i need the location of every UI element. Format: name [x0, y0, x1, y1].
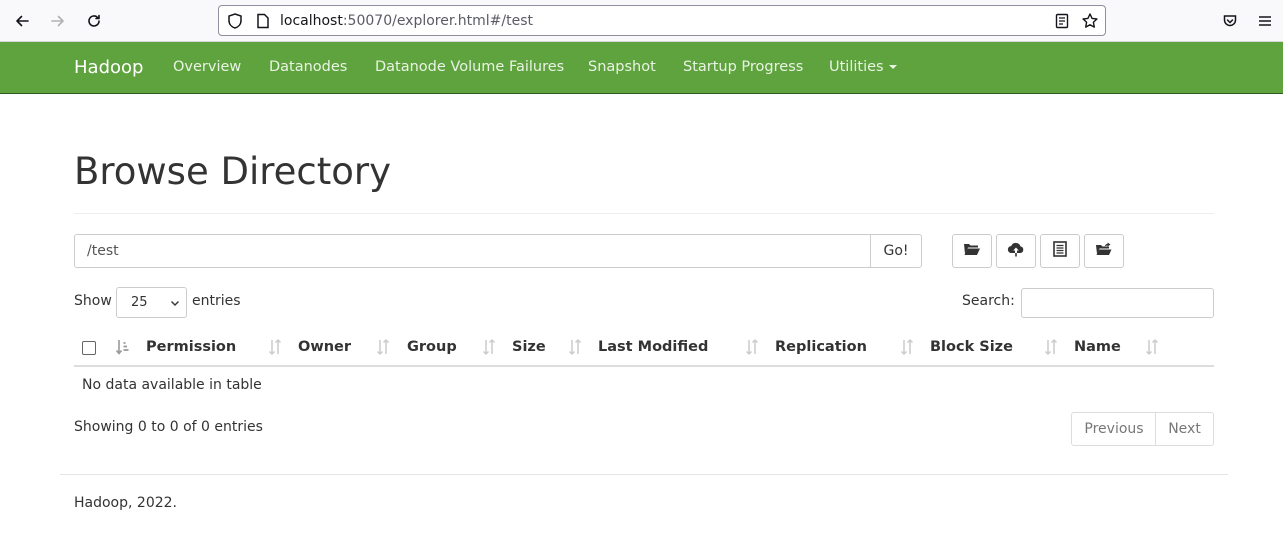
list-button[interactable] [1040, 234, 1080, 268]
create-directory-button[interactable] [1084, 234, 1124, 268]
table-info: Showing 0 to 0 of 0 entries [74, 419, 263, 435]
previous-page-button[interactable]: Previous [1071, 412, 1157, 446]
cloud-upload-icon [1007, 241, 1025, 261]
hadoop-navbar: Hadoop Overview Datanodes Datanode Volum… [0, 42, 1283, 94]
show-label: Show [74, 293, 112, 309]
search-label: Search: [962, 293, 1015, 309]
forward-arrow-icon[interactable] [45, 8, 71, 34]
sort-icon[interactable] [745, 338, 759, 356]
url-bar[interactable]: localhost:50070/explorer.html#/test [218, 5, 1106, 36]
table-header: Permission Owner Group Size Last Modifie… [74, 330, 1214, 367]
column-header-size[interactable]: Size [512, 339, 546, 355]
nav-snapshot[interactable]: Snapshot [588, 59, 656, 75]
url-path: :50070/explorer.html#/test [342, 13, 534, 29]
reload-icon[interactable] [81, 8, 107, 34]
search-input[interactable] [1021, 288, 1214, 318]
nav-datanodes[interactable]: Datanodes [269, 59, 347, 75]
folder-share-icon [1095, 241, 1113, 261]
url-text: localhost:50070/explorer.html#/test [280, 13, 533, 29]
column-header-block-size[interactable]: Block Size [930, 339, 1013, 355]
column-header-replication[interactable]: Replication [775, 339, 867, 355]
nav-startup-progress[interactable]: Startup Progress [683, 59, 803, 75]
shield-icon[interactable] [226, 12, 244, 30]
divider [74, 213, 1214, 214]
directory-path-value: /test [87, 243, 119, 259]
browser-toolbar: localhost:50070/explorer.html#/test [0, 0, 1283, 42]
column-header-owner[interactable]: Owner [298, 339, 351, 355]
url-host: localhost [280, 13, 343, 29]
directory-path-input[interactable]: /test [74, 234, 871, 268]
nav-overview[interactable]: Overview [173, 59, 241, 75]
folder-open-icon [963, 241, 981, 261]
caret-down-icon [888, 65, 897, 69]
sort-icon[interactable] [268, 338, 282, 356]
go-button[interactable]: Go! [870, 234, 922, 268]
upload-button[interactable] [996, 234, 1036, 268]
entries-label: entries [192, 293, 241, 309]
brand-link[interactable]: Hadoop [74, 57, 143, 78]
footer-divider [60, 474, 1228, 475]
bookmark-star-icon[interactable] [1081, 12, 1099, 30]
nav-utilities-dropdown[interactable]: Utilities [829, 59, 897, 75]
column-header-permission[interactable]: Permission [146, 339, 236, 355]
sort-icon[interactable] [1145, 338, 1159, 356]
page-title: Browse Directory [74, 150, 392, 193]
column-header-name[interactable]: Name [1074, 339, 1121, 355]
nav-utilities-label: Utilities [829, 59, 884, 75]
reader-view-icon[interactable] [1053, 12, 1071, 30]
column-header-last-modified[interactable]: Last Modified [598, 339, 708, 355]
menu-hamburger-icon[interactable] [1252, 8, 1278, 34]
page-length-value: 25 [131, 295, 148, 310]
sort-icon[interactable] [900, 338, 914, 356]
sort-icon[interactable] [482, 338, 496, 356]
footer-text: Hadoop, 2022. [74, 495, 177, 511]
sort-icon[interactable] [1044, 338, 1058, 356]
page-length-select[interactable]: 25 [116, 287, 187, 318]
column-header-group[interactable]: Group [407, 339, 457, 355]
list-icon [1053, 241, 1067, 261]
page-icon[interactable] [254, 12, 272, 30]
chevron-down-icon [170, 297, 180, 312]
pocket-icon[interactable] [1217, 8, 1243, 34]
next-page-button[interactable]: Next [1155, 412, 1214, 446]
back-arrow-icon[interactable] [9, 8, 35, 34]
empty-table-message: No data available in table [82, 377, 262, 393]
browse-folder-button[interactable] [952, 234, 992, 268]
select-all-checkbox[interactable] [82, 341, 96, 355]
nav-datanode-volume-failures[interactable]: Datanode Volume Failures [375, 59, 564, 75]
sort-icon[interactable] [376, 338, 390, 356]
sort-icon[interactable] [568, 338, 582, 356]
sort-ascending-icon[interactable] [115, 338, 130, 356]
